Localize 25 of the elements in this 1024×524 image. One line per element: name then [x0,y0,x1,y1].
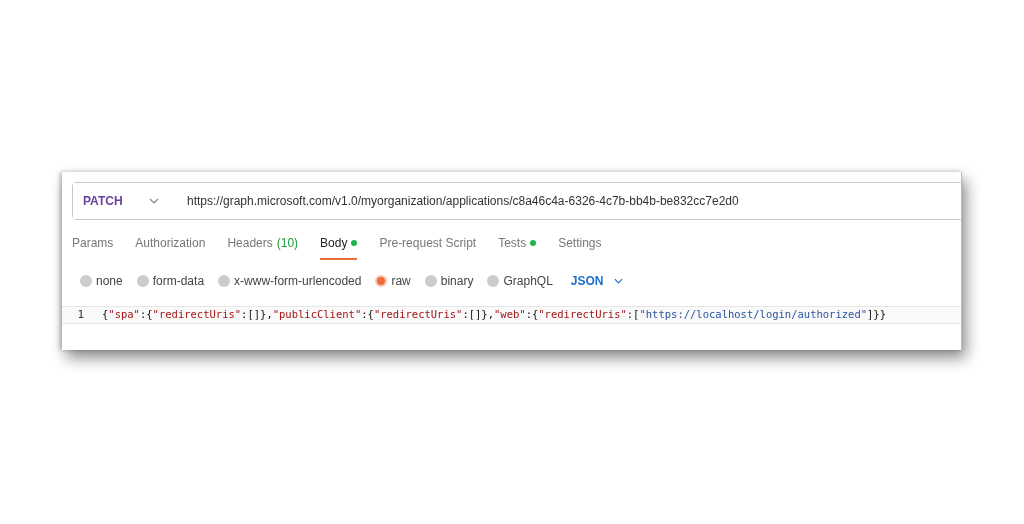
tab[interactable]: Body [320,234,358,260]
radio-label[interactable]: x-www-form-urlencoded [234,272,362,290]
radio-button[interactable] [80,275,92,287]
radio-label[interactable]: GraphQL [503,272,553,290]
language-dropdown[interactable]: JSON [570,272,623,290]
tab[interactable]: Headers (10) [227,234,299,260]
url-field[interactable]: https://graph.microsoft.com/v1.0/myorganization/applications/c8a46c4a-6326-4c7b-bb4b-be832cc7e2d0 [173,192,739,210]
chevron-down-icon [613,278,623,284]
radio-button[interactable] [375,275,388,287]
tab[interactable]: Pre-request Script [379,234,477,260]
tab[interactable]: Settings [558,234,602,260]
radio-label[interactable]: form-data [152,272,205,290]
radio-label[interactable]: raw [391,272,411,290]
radio-label[interactable]: binary [440,272,474,290]
tab[interactable]: Tests [498,234,537,260]
radio-button[interactable] [136,275,149,287]
code-line: {"spa":{"redirectUris":[]},"publicClient":{"redirectUris":[]},"web":{"redirectUris":["https://localhost/login/authorized"]}} [102,307,886,323]
line-number: 1 [76,306,85,323]
tab[interactable]: Params [72,234,114,260]
radio-button[interactable] [487,275,500,287]
radio-button[interactable] [424,275,437,287]
radio-button[interactable] [218,275,231,287]
radio-label[interactable]: none [96,272,123,290]
tab[interactable]: Authorization [135,234,206,260]
chevron-down-icon [149,198,159,204]
